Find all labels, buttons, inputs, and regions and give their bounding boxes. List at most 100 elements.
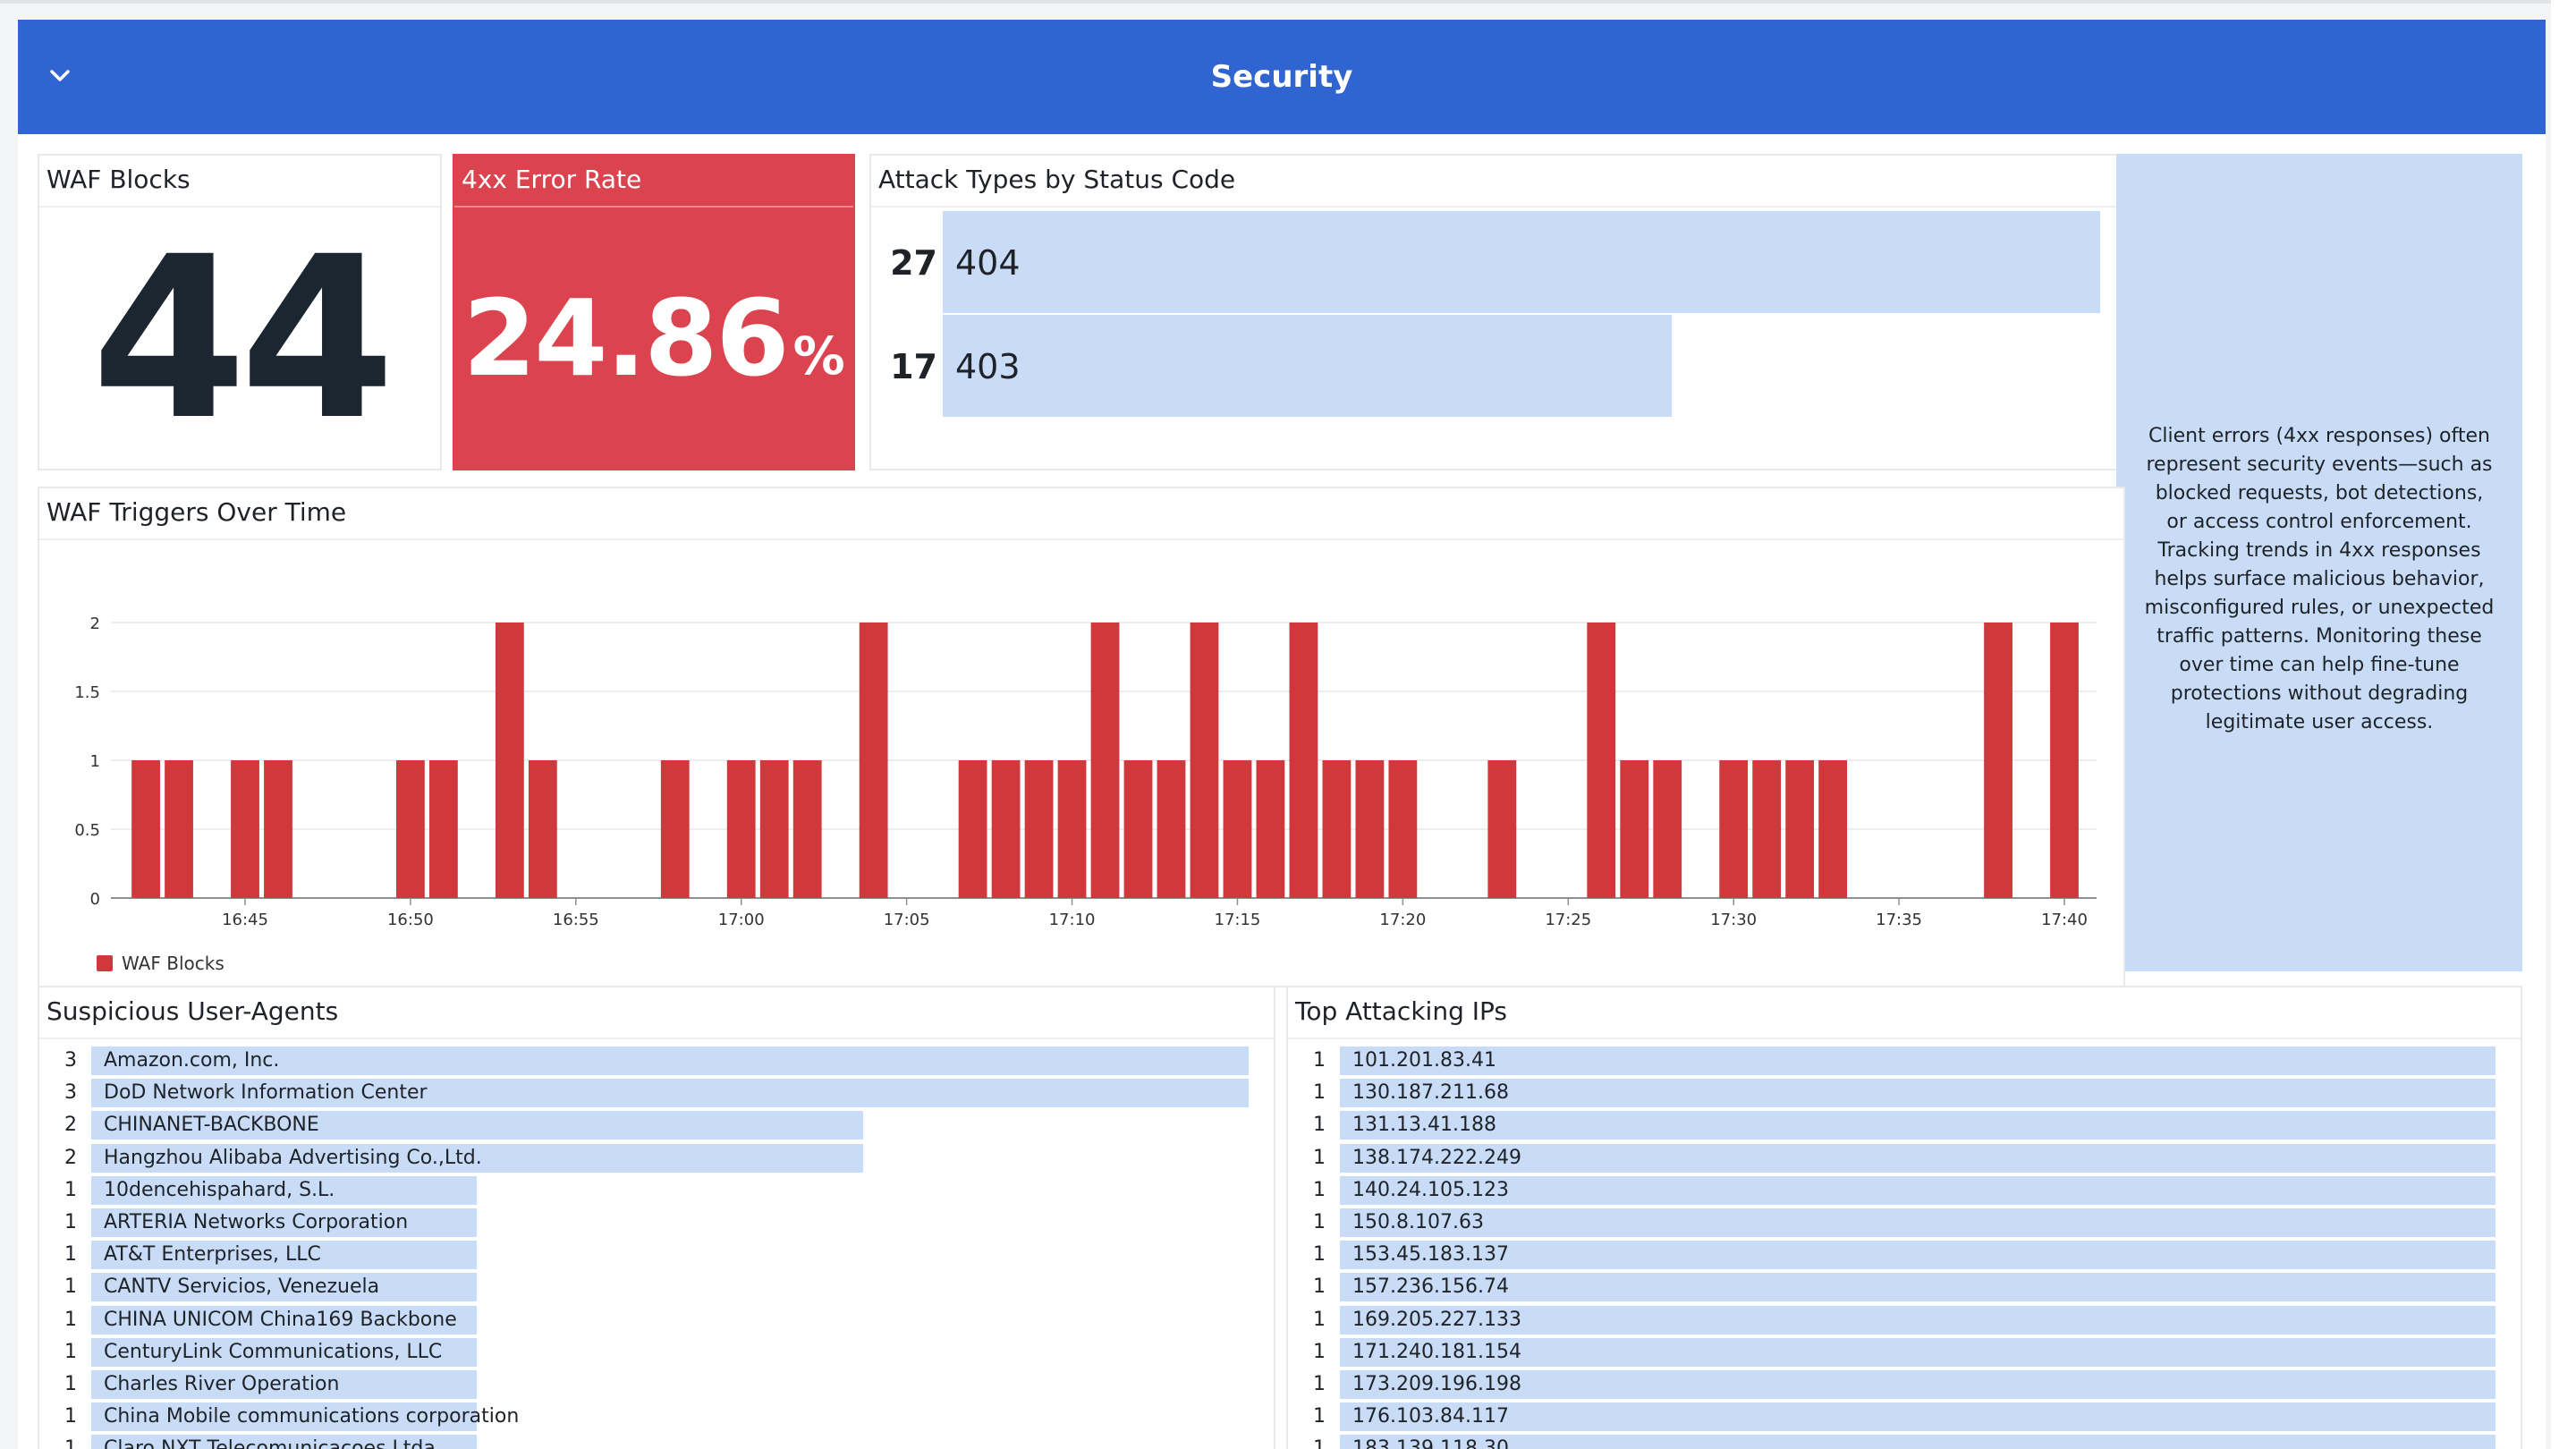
chart-bar[interactable]: [1024, 760, 1054, 898]
list-item-bar: [1340, 1273, 2496, 1302]
list-item[interactable]: 1 150.8.107.63: [1288, 1207, 2521, 1239]
list-item-label: 169.205.227.133: [1352, 1308, 1521, 1331]
list-item[interactable]: 1 Claro NXT Telecomunicacoes Ltda: [39, 1433, 1274, 1449]
list-item[interactable]: 1 10dencehispahard, S.L.: [39, 1174, 1274, 1207]
list-item[interactable]: 1 138.174.222.249: [1288, 1142, 2521, 1174]
chart-bar[interactable]: [759, 760, 789, 898]
chart-bar[interactable]: [1719, 760, 1749, 898]
chart-bar[interactable]: [1223, 760, 1252, 898]
list-item-label: 171.240.181.154: [1352, 1340, 1521, 1363]
list-item[interactable]: 1 131.13.41.188: [1288, 1109, 2521, 1141]
chart-bar[interactable]: [792, 760, 822, 898]
chart-bar[interactable]: [1653, 760, 1682, 898]
list-item-label: China Mobile communications corporation: [104, 1405, 520, 1428]
list-item-label: Hangzhou Alibaba Advertising Co.,Ltd.: [104, 1146, 482, 1169]
chart-bar[interactable]: [1057, 760, 1087, 898]
list-item-count: 1: [64, 1243, 77, 1267]
x-tick-label: 17:20: [1379, 911, 1426, 929]
list-item-count: 1: [1313, 1340, 1326, 1363]
chart-bar[interactable]: [1752, 760, 1782, 898]
list-item-label: Claro NXT Telecomunicacoes Ltda: [104, 1437, 436, 1449]
panel-title: WAF Triggers Over Time: [47, 497, 347, 527]
panel-title: Attack Types by Status Code: [878, 165, 1236, 194]
chart-bar[interactable]: [859, 623, 888, 898]
list-item[interactable]: 1 140.24.105.123: [1288, 1174, 2521, 1207]
list-item[interactable]: 1 CenturyLink Communications, LLC: [39, 1336, 1274, 1368]
list-item[interactable]: 1 157.236.156.74: [1288, 1271, 2521, 1303]
list-item-count: 1: [64, 1340, 77, 1363]
chart-bar[interactable]: [958, 760, 987, 898]
list-item-label: 138.174.222.249: [1352, 1146, 1521, 1169]
waf-blocks-value: 44: [91, 208, 395, 469]
waf-triggers-chart[interactable]: 0 0.5 1 1.5 2 16:45 16:50 16:55 17:00 17:05 17:10 1…: [39, 540, 2123, 987]
list-item[interactable]: 3 DoD Network Information Center: [39, 1077, 1274, 1109]
chart-bar[interactable]: [428, 760, 458, 898]
chevron-down-icon[interactable]: [45, 61, 75, 91]
attack-type-bar: [943, 315, 1672, 417]
list-item-count: 1: [1313, 1437, 1326, 1449]
chart-bar[interactable]: [528, 760, 557, 898]
chart-bar[interactable]: [264, 760, 292, 898]
chart-bar[interactable]: [1256, 760, 1285, 898]
chart-bar[interactable]: [1388, 760, 1418, 898]
chart-bar[interactable]: [660, 760, 690, 898]
chart-bar[interactable]: [1818, 760, 1848, 898]
list-item[interactable]: 2 Hangzhou Alibaba Advertising Co.,Ltd.: [39, 1142, 1274, 1174]
chart-bar[interactable]: [1785, 760, 1815, 898]
chart-bar[interactable]: [1157, 760, 1186, 898]
chart-bar[interactable]: [1587, 623, 1616, 898]
x-tick-label: 17:30: [1710, 911, 1757, 929]
list-item-count: 1: [1313, 1178, 1326, 1201]
attack-type-row[interactable]: 27 404: [871, 211, 2127, 313]
list-item[interactable]: 1 130.187.211.68: [1288, 1077, 2521, 1109]
list-item-label: 150.8.107.63: [1352, 1211, 1484, 1233]
list-item[interactable]: 1 AT&T Enterprises, LLC: [39, 1239, 1274, 1271]
list-item[interactable]: 1 Charles River Operation: [39, 1368, 1274, 1401]
chart-bar[interactable]: [495, 623, 524, 898]
list-item[interactable]: 1 176.103.84.117: [1288, 1401, 2521, 1433]
list-item-bar: [1340, 1079, 2496, 1108]
list-item-count: 1: [1313, 1275, 1326, 1299]
chart-bar[interactable]: [1190, 623, 1219, 898]
attack-type-row[interactable]: 17 403: [871, 315, 2127, 417]
list-item[interactable]: 1 169.205.227.133: [1288, 1304, 2521, 1336]
list-item[interactable]: 1 ARTERIA Networks Corporation: [39, 1207, 1274, 1239]
list-item[interactable]: 1 171.240.181.154: [1288, 1336, 2521, 1368]
list-item-bar: [1340, 1175, 2496, 1205]
chart-bar[interactable]: [131, 760, 160, 898]
list-item-label: CenturyLink Communications, LLC: [104, 1340, 443, 1363]
list-item[interactable]: 2 CHINANET-BACKBONE: [39, 1109, 1274, 1141]
list-item-count: 2: [64, 1146, 77, 1169]
list-item-count: 1: [1313, 1081, 1326, 1105]
list-item-count: 1: [64, 1373, 77, 1395]
chart-bar[interactable]: [1984, 623, 2012, 898]
panel-title: WAF Blocks: [47, 165, 191, 194]
chart-bar[interactable]: [165, 760, 193, 898]
chart-bar[interactable]: [1090, 623, 1120, 898]
chart-bar[interactable]: [396, 760, 425, 898]
list-item[interactable]: 1 CANTV Servicios, Venezuela: [39, 1271, 1274, 1303]
list-item[interactable]: 1 101.201.83.41: [1288, 1045, 2521, 1077]
x-tick-label: 17:40: [2041, 911, 2088, 929]
list-item-label: 131.13.41.188: [1352, 1114, 1496, 1137]
error-rate-panel: 4xx Error Rate 24.86 %: [453, 154, 855, 470]
chart-bar[interactable]: [991, 760, 1021, 898]
chart-bar[interactable]: [1322, 760, 1352, 898]
list-item[interactable]: 1 173.209.196.198: [1288, 1368, 2521, 1401]
panel-divider: [39, 1038, 1274, 1039]
list-item[interactable]: 1 153.45.183.137: [1288, 1239, 2521, 1271]
chart-bar[interactable]: [231, 760, 259, 898]
list-item[interactable]: 3 Amazon.com, Inc.: [39, 1045, 1274, 1077]
list-item[interactable]: 1 CHINA UNICOM China169 Backbone: [39, 1304, 1274, 1336]
chart-bar[interactable]: [1355, 760, 1385, 898]
chart-bar[interactable]: [2050, 623, 2079, 898]
chart-bar[interactable]: [1487, 760, 1517, 898]
list-item[interactable]: 1 China Mobile communications corporation: [39, 1401, 1274, 1433]
list-item[interactable]: 1 183.139.118.30: [1288, 1433, 2521, 1449]
x-tick-label: 17:15: [1215, 911, 1261, 929]
y-tick-label: 2: [90, 614, 100, 633]
chart-bar[interactable]: [1620, 760, 1649, 898]
chart-bar[interactable]: [726, 760, 756, 898]
chart-bar[interactable]: [1289, 623, 1318, 898]
chart-bar[interactable]: [1123, 760, 1153, 898]
